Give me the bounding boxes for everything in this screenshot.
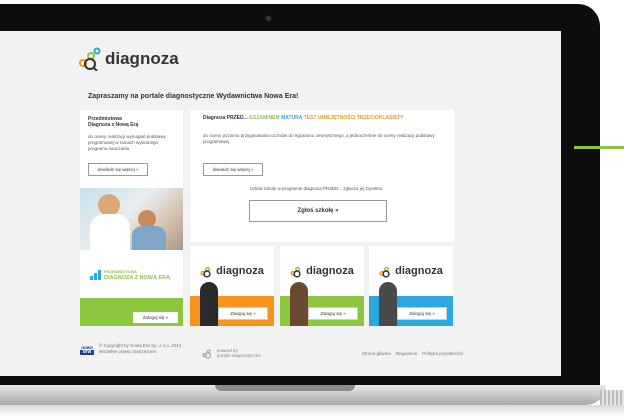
device-edge <box>600 390 624 405</box>
footer-link-terms[interactable]: Regulamin <box>396 351 418 357</box>
diagnoza-logo-icon <box>200 266 211 278</box>
students-photo <box>80 188 183 250</box>
diagnoza-przed-panel <box>190 110 454 242</box>
teacher-head <box>98 194 120 216</box>
tile-logo: diagnoza <box>190 256 274 286</box>
title-part-1: Diagnoza PRZED... <box>203 115 248 121</box>
footer-links: Strona główna Regulamin Polityka prywatn… <box>362 351 463 357</box>
left-more-button[interactable]: dowiedz się więcej » <box>88 163 148 176</box>
powered-by[interactable]: powerd by portale diagnostyczne <box>202 347 261 359</box>
przedmiotowa-login-button[interactable]: Zaloguj się » <box>133 312 178 323</box>
participation-info: Udział szkoły w programie diagnoza PRZED… <box>250 186 384 191</box>
right-more-button[interactable]: dowiedz się więcej » <box>203 163 263 176</box>
laptop-notch <box>215 385 355 391</box>
copyright: © Copyright by Nowa Era Sp. z o.o. 2014 … <box>99 343 181 355</box>
logo-text: diagnoza <box>105 49 179 68</box>
diagnoza-logo-icon <box>290 266 301 278</box>
site-logo[interactable]: diagnoza <box>78 47 179 71</box>
accent-line <box>574 146 624 149</box>
student-figure <box>379 282 397 326</box>
diagnoza-logo-icon <box>379 266 390 278</box>
teacher-body <box>90 214 130 250</box>
nowa-era-logo[interactable]: nowa era <box>80 345 94 357</box>
camera-icon <box>265 15 272 22</box>
left-panel-description: do oceny realizacji wymagań podstawy pro… <box>88 134 166 151</box>
footer-link-home[interactable]: Strona główna <box>362 351 391 357</box>
diagnoza-przed-title: Diagnoza PRZED... EGZAMINEM MATURĄ TEST … <box>203 115 404 121</box>
student-figure <box>200 282 218 326</box>
nowa-era-logo-bottom: era <box>80 349 94 355</box>
page-headline: Zapraszamy na portale diagnostyczne Wyda… <box>88 93 299 100</box>
przedmiotowa-logo-line2: DIAGNOZA Z NOWĄ ERĄ <box>104 275 171 281</box>
left-panel: Przedmiotowa Diagnoza z Nową Erą do ocen… <box>80 110 183 188</box>
student-body <box>132 226 166 250</box>
powered-line2: portale diagnostyczne <box>217 353 261 358</box>
register-school-button[interactable]: Zgłoś szkołę » <box>249 200 387 222</box>
tile-login-button[interactable]: Zaloguj się » <box>397 307 447 320</box>
przedmiotowa-logo-area: PRZEDMIOTOWA DIAGNOZA Z NOWĄ ERĄ <box>80 250 183 298</box>
diagnoza-przed-description: do oceny poziomu przygotowania uczniów d… <box>203 133 435 144</box>
tile-logo: diagnoza <box>369 256 453 286</box>
title-part-4: TEST UMIEJĘTNOŚCI TRZECIOKLASISTY <box>303 115 404 121</box>
bars-icon <box>90 270 101 280</box>
tile-login-button[interactable]: Zaloguj się » <box>308 307 358 320</box>
diagnoza-gray-icon <box>202 349 212 359</box>
tile-egzamin: diagnoza Zaloguj się » <box>190 246 274 326</box>
copyright-line2: Wszelkie prawa zastrzeżone. <box>99 349 158 354</box>
tile-test: diagnoza Zaloguj się » <box>369 246 453 326</box>
title-part-2: EGZAMINEM <box>249 115 280 121</box>
student-figure <box>290 282 308 326</box>
tile-matura: diagnoza Zaloguj się » <box>280 246 364 326</box>
tile-logo-text: diagnoza <box>216 265 264 277</box>
tile-logo: diagnoza <box>280 256 364 286</box>
tile-login-button[interactable]: Zaloguj się » <box>218 307 268 320</box>
tile-logo-text: diagnoza <box>306 265 354 277</box>
title-part-3: MATURĄ <box>281 115 303 121</box>
tile-logo-text: diagnoza <box>395 265 443 277</box>
footer-link-privacy[interactable]: Polityka prywatności <box>422 351 463 357</box>
desk-shadow <box>0 405 624 417</box>
diagnoza-logo-icon <box>79 47 101 71</box>
